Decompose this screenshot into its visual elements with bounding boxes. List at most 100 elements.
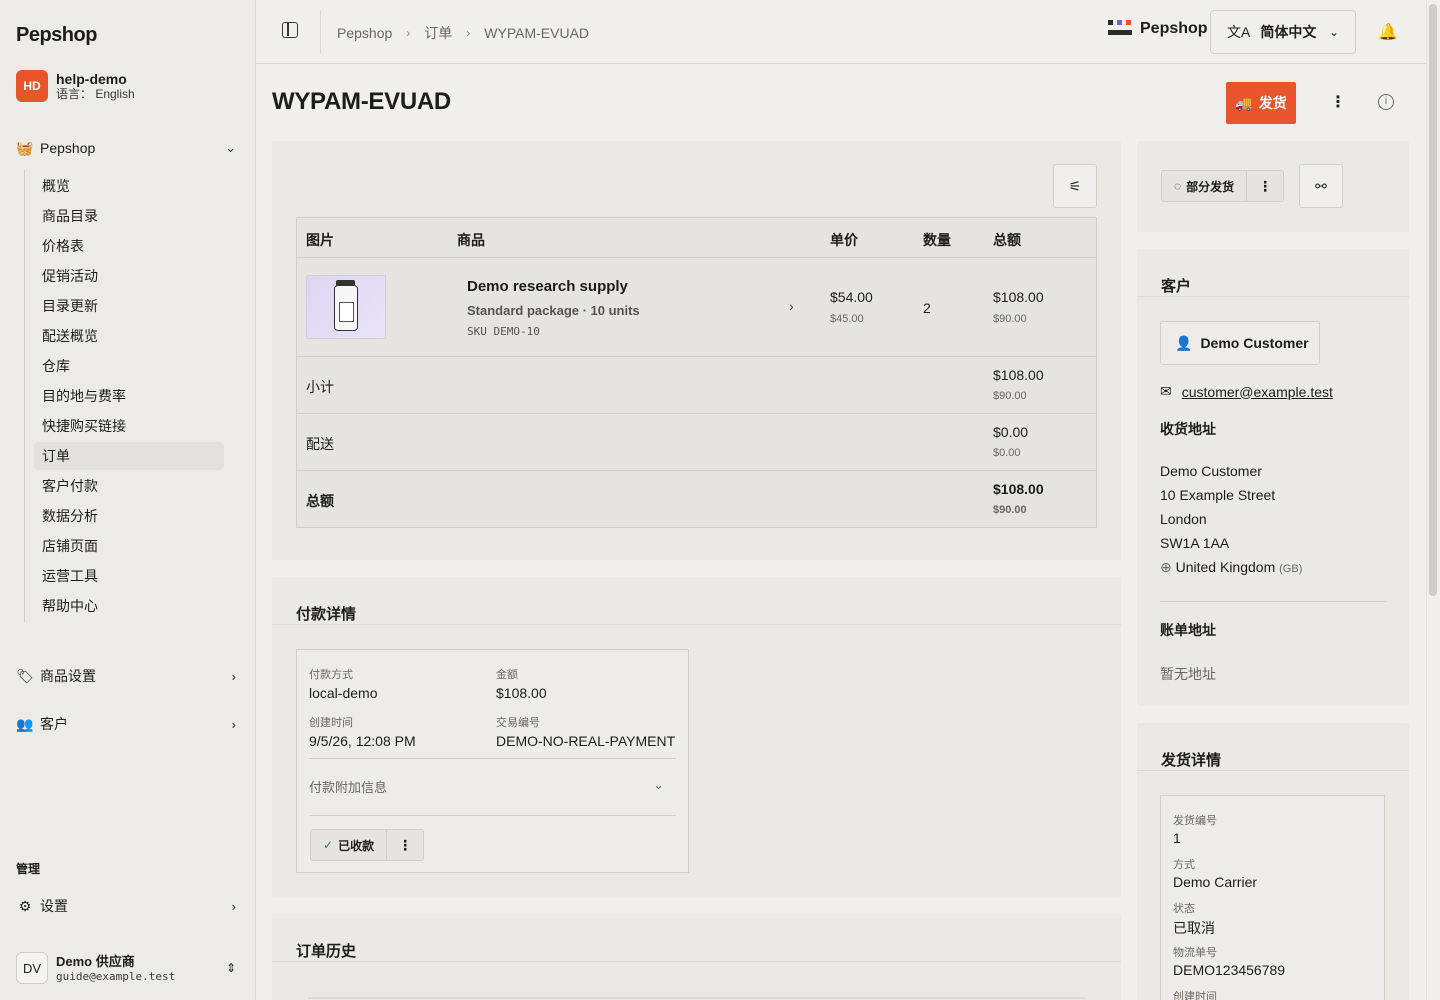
store-logo-text: Pepshop xyxy=(1140,20,1208,37)
sidebar-item-price-lists[interactable]: 价格表 xyxy=(34,232,224,260)
col-image: 图片 xyxy=(306,232,334,248)
chevron-right-icon[interactable]: › xyxy=(789,298,794,314)
language-select-value: 简体中文 xyxy=(1260,24,1317,40)
grand-total-value: $108.00 xyxy=(993,481,1044,497)
order-history-card: 订单历史 xyxy=(272,914,1121,1000)
workflow-button[interactable]: ⚯ xyxy=(1299,164,1343,208)
table-row[interactable]: Demo research supply Standard package · … xyxy=(297,258,1096,357)
subtotal-sub: $90.00 xyxy=(993,390,1027,402)
admin-section-label: 管理 xyxy=(16,862,41,876)
sidebar-item-catalog[interactable]: 商品目录 xyxy=(34,202,224,230)
sliders-icon: ⚟ xyxy=(1068,177,1082,194)
sidebar-item-analytics[interactable]: 数据分析 xyxy=(34,502,224,530)
address-line: London xyxy=(1160,511,1207,527)
account-language: 语言： English xyxy=(56,87,135,101)
vendor-avatar: DV xyxy=(16,952,48,984)
sidebar-item-promotions[interactable]: 促销活动 xyxy=(34,262,224,290)
workflow-icon: ⚯ xyxy=(1315,177,1327,194)
store-icon: 🧺 xyxy=(16,139,34,156)
vendor-name: Demo 供应商 xyxy=(56,953,135,969)
more-actions-icon[interactable]: ⋮ xyxy=(1330,92,1346,112)
vendor-switcher[interactable]: DV Demo 供应商 guide@example.test ⇕ xyxy=(16,952,240,984)
col-qty: 数量 xyxy=(923,232,951,248)
quantity: 2 xyxy=(923,300,931,316)
customer-email-link[interactable]: customer@example.test xyxy=(1182,384,1333,400)
address-line: Demo Customer xyxy=(1160,463,1262,479)
page-scrollbar-thumb[interactable] xyxy=(1429,4,1437,596)
shipment-status-value: 已取消 xyxy=(1173,920,1215,936)
sidebar-item-store-pages[interactable]: 店铺页面 xyxy=(34,532,224,560)
payment-extra-label: 付款附加信息 xyxy=(309,780,388,795)
tag-icon: 🏷 xyxy=(16,667,34,684)
language-select[interactable]: 文A 简体中文 ⌄ xyxy=(1210,10,1356,54)
nav-group-store[interactable]: 🧺 Pepshop ⌄ xyxy=(16,134,240,162)
account-avatar: HD xyxy=(16,70,48,102)
payment-details-box: 付款方式 local-demo 金额 $108.00 创建时间 9/5/26, … xyxy=(296,649,689,873)
grand-total-sub: $90.00 xyxy=(993,504,1027,516)
info-icon[interactable]: i xyxy=(1378,94,1394,110)
mail-icon: ✉ xyxy=(1160,383,1172,399)
breadcrumb-orders[interactable]: 订单 xyxy=(424,23,452,43)
translate-icon: 文A xyxy=(1227,24,1251,40)
sidebar-item-orders[interactable]: 订单 xyxy=(34,442,224,470)
payment-title: 付款详情 xyxy=(296,606,357,623)
store-subnav: 概览 商品目录 价格表 促销活动 目录更新 配送概览 仓库 目的地与费率 快捷购… xyxy=(24,170,224,622)
line-total-sub: $90.00 xyxy=(993,313,1027,325)
check-circle-icon: ✓ xyxy=(323,838,334,852)
shipment-tracking-label: 物流单号 xyxy=(1173,947,1217,959)
sidebar-item-shipping-overview[interactable]: 配送概览 xyxy=(34,322,224,350)
vial-icon xyxy=(334,280,358,331)
shipment-no-value: 1 xyxy=(1173,830,1181,846)
bell-icon[interactable]: 🔔 xyxy=(1378,22,1398,42)
nav-group-settings[interactable]: ⚙ 设置 › xyxy=(16,892,240,920)
payment-status-label: 已收款 xyxy=(338,838,375,853)
sidebar-item-quick-buy-links[interactable]: 快捷购买链接 xyxy=(34,412,224,440)
customer-title: 客户 xyxy=(1161,278,1192,295)
sidebar-item-catalog-updates[interactable]: 目录更新 xyxy=(34,292,224,320)
sidebar-item-ops-tools[interactable]: 运营工具 xyxy=(34,562,224,590)
sidebar-item-warehouses[interactable]: 仓库 xyxy=(34,352,224,380)
ship-button[interactable]: 🚚 发货 xyxy=(1226,82,1296,124)
account-switcher[interactable]: HD help-demo 语言： English xyxy=(16,70,135,102)
shipment-details-box: 发货编号 1 方式 Demo Carrier 状态 已取消 物流单号 DEMO1… xyxy=(1160,795,1385,1000)
product-sku: SKU DEMO-10 xyxy=(467,325,540,338)
shipment-method-label: 方式 xyxy=(1173,859,1195,871)
sidebar-item-destinations-rates[interactable]: 目的地与费率 xyxy=(34,382,224,410)
chevron-right-icon: › xyxy=(231,668,236,684)
chevron-down-icon: ⌄ xyxy=(1328,25,1339,39)
billing-address-title: 账单地址 xyxy=(1160,622,1216,638)
account-name: help-demo xyxy=(56,71,127,87)
sidebar-item-help-center[interactable]: 帮助中心 xyxy=(34,592,224,620)
store-logo[interactable]: Pepshop xyxy=(1108,20,1208,38)
nav-group-product-settings[interactable]: 🏷 商品设置 › xyxy=(16,662,240,690)
shipment-no-label: 发货编号 xyxy=(1173,815,1217,827)
user-icon: 👤 xyxy=(1175,334,1193,351)
col-unit-price: 单价 xyxy=(830,232,858,248)
payment-status-button[interactable]: ✓ 已收款 xyxy=(311,830,388,860)
nav-group-customers[interactable]: 👥 客户 › xyxy=(16,710,240,738)
sidebar-item-customer-payments[interactable]: 客户付款 xyxy=(34,472,224,500)
shipment-tracking-value: DEMO123456789 xyxy=(1173,962,1286,978)
partial-ship-button[interactable]: ◌ 部分发货 xyxy=(1162,171,1248,201)
shipment-title: 发货详情 xyxy=(1161,752,1222,769)
divider xyxy=(309,758,676,759)
shipping-sub: $0.00 xyxy=(993,447,1021,459)
items-table-header: 图片 商品 单价 数量 总额 xyxy=(297,218,1096,258)
customer-button[interactable]: 👤 Demo Customer xyxy=(1160,321,1320,365)
ship-button-label: 发货 xyxy=(1258,95,1287,111)
sidebar-item-overview[interactable]: 概览 xyxy=(34,172,224,200)
customer-email-row: ✉ customer@example.test xyxy=(1160,383,1333,400)
product-name: Demo research supply xyxy=(467,278,628,295)
unit-price-sub: $45.00 xyxy=(830,313,864,325)
breadcrumb-store[interactable]: Pepshop xyxy=(337,25,392,41)
sidebar-brand[interactable]: Pepshop xyxy=(16,24,97,47)
page-title: WYPAM-EVUAD xyxy=(272,88,451,115)
partial-ship-more-icon[interactable]: ⋮ xyxy=(1247,171,1283,201)
sidebar-toggle-icon[interactable] xyxy=(282,22,298,38)
line-total: $108.00 xyxy=(993,289,1044,305)
adjust-items-button[interactable]: ⚟ xyxy=(1053,164,1097,208)
globe-icon: ⊕ xyxy=(1160,559,1172,575)
shipment-created-label: 创建时间 xyxy=(1173,991,1217,1000)
payment-extra-toggle[interactable]: 付款附加信息 ⌄ xyxy=(309,777,676,796)
payment-more-icon[interactable]: ⋮ xyxy=(387,830,423,860)
